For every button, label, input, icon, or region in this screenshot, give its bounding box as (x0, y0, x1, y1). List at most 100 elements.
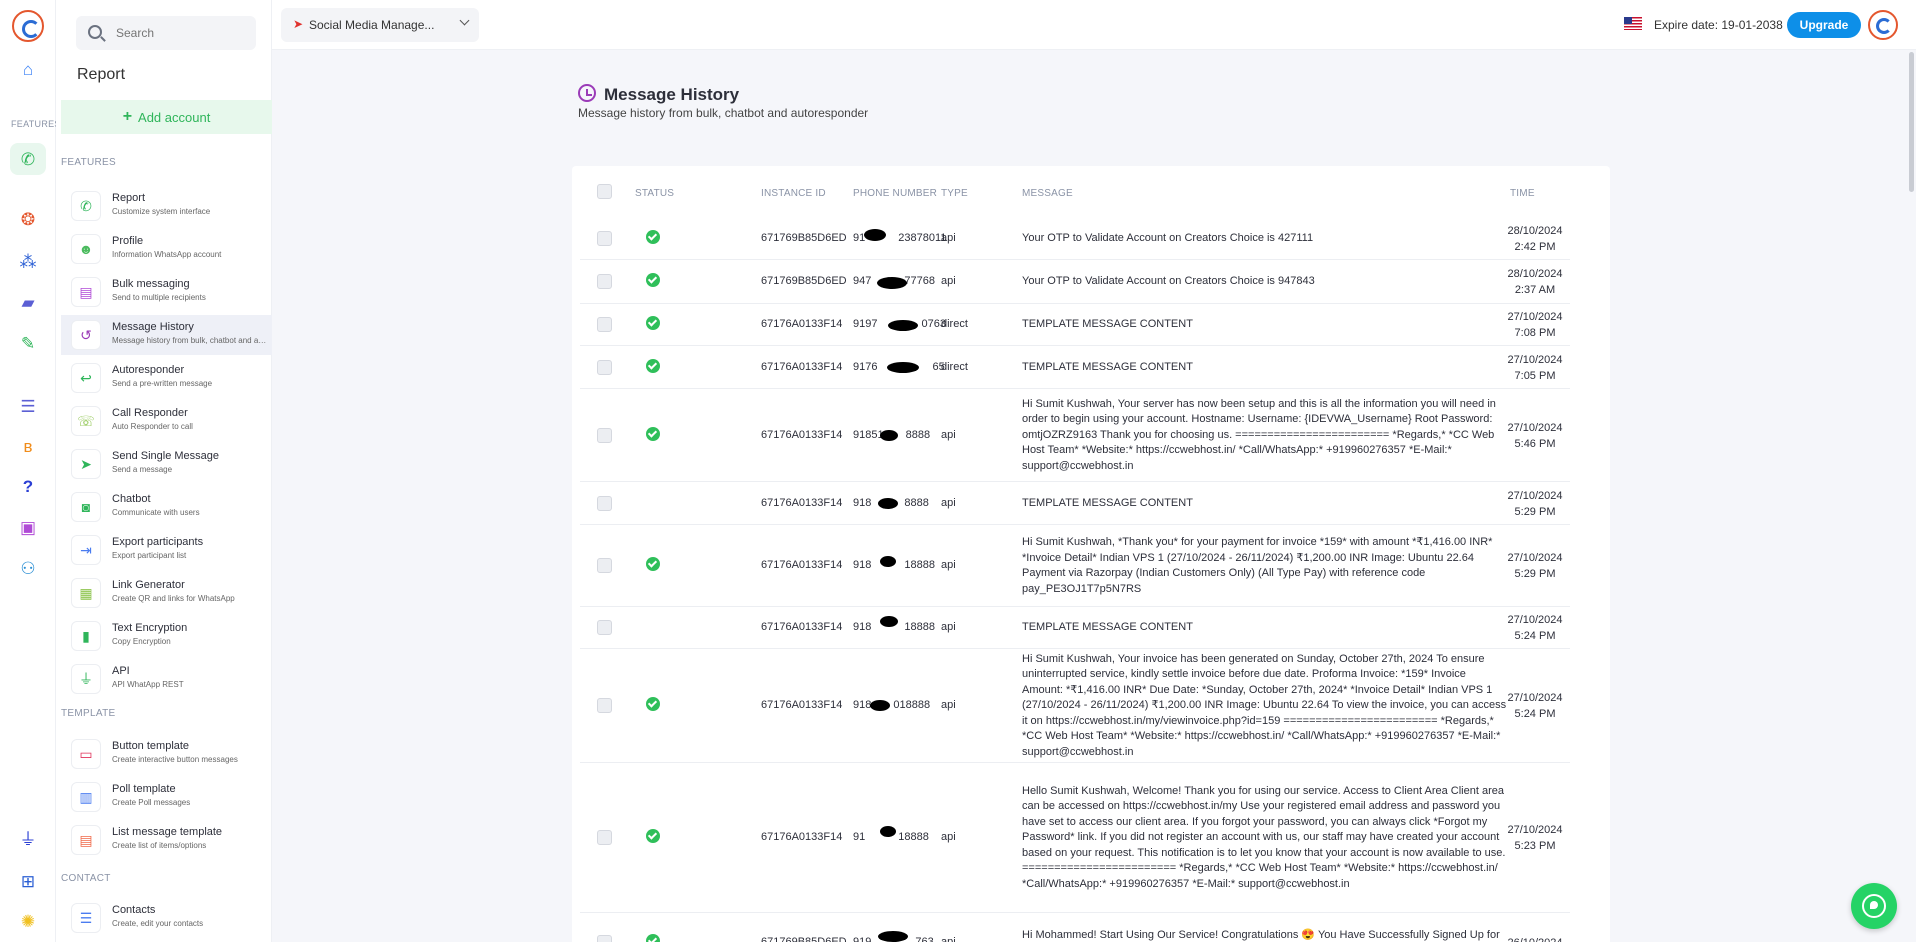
row-checkbox[interactable] (597, 427, 612, 443)
sidebar-item-bulk-messaging[interactable]: ▤ Bulk messaging Send to multiple recipien… (61, 272, 272, 312)
row-checkbox[interactable] (597, 230, 612, 246)
sidebar-item-button-template[interactable]: ▭ Button template Create interactive butto… (61, 734, 272, 774)
folder-icon[interactable]: ▰ (17, 291, 39, 313)
us-flag-icon[interactable] (1624, 17, 1642, 30)
search-box (76, 16, 256, 50)
sidebar-item-text-encryption[interactable]: ▮ Text Encryption Copy Encryption (61, 616, 272, 656)
pen-icon[interactable]: ✎ (17, 332, 39, 354)
sidebar-item-call-responder[interactable]: ☏ Call Responder Auto Responder to call (61, 401, 272, 441)
sidebar-item-subtitle: Message history from bulk, chatbot and a… (112, 336, 267, 345)
sidebar: Report + Add account FEATURES TEMPLATE C… (56, 0, 272, 942)
share-nodes-icon[interactable]: ⁂ (17, 250, 39, 272)
cell-message: TEMPLATE MESSAGE CONTENT (1022, 621, 1193, 633)
lifebuoy-icon[interactable]: ❂ (17, 208, 39, 230)
cell-clock-time: 5:29 PM (1514, 505, 1556, 518)
row-checkbox[interactable] (597, 495, 612, 511)
cell-message: TEMPLATE MESSAGE CONTENT (1022, 496, 1193, 509)
sidebar-item-link-generator[interactable]: ▦ Link Generator Create QR and links for W… (61, 573, 272, 613)
sidebar-item-poll-template[interactable]: ▥ Poll template Create Poll messages (61, 777, 272, 817)
cell-type: api (941, 621, 956, 633)
cell-date: 27/10/2024 (1507, 824, 1563, 836)
plug-icon[interactable]: ⏚ (17, 828, 39, 850)
plus-icon: + (122, 108, 133, 125)
cell-message: Hi Sumit Kushwah, *Thank you* for your p… (1022, 536, 1493, 595)
home-icon[interactable]: ⌂ (17, 58, 39, 80)
cell-message: Hi Sumit Kushwah, Your server has now be… (1022, 397, 1496, 472)
lock-icon: ▮ (71, 621, 101, 651)
page-scrollbar[interactable] (1909, 52, 1914, 192)
row-checkbox[interactable] (597, 620, 612, 635)
status-success-icon (646, 829, 660, 843)
sidebar-item-export-participants[interactable]: ⇥ Export participants Export participant l… (61, 530, 272, 570)
sidebar-item-subtitle: Create, edit your contacts (112, 919, 204, 928)
add-account-button[interactable]: + Add account (61, 100, 272, 134)
phone-redaction (878, 931, 908, 942)
whatsapp-icon: ✆ (71, 191, 101, 221)
page-title: Message History (604, 85, 740, 104)
phone-redaction (880, 556, 896, 567)
sidebar-item-list-message-template[interactable]: ▤ List message template Create list of ite… (61, 820, 272, 860)
app-logo[interactable] (12, 10, 44, 42)
row-checkbox[interactable] (597, 830, 612, 845)
cell-type: api (941, 231, 956, 244)
whatsapp-icon (1862, 894, 1886, 918)
row-checkbox[interactable] (597, 935, 612, 942)
status-success-icon (646, 697, 660, 711)
list-icon[interactable]: ☰ (17, 395, 39, 417)
cell-type: api (941, 936, 956, 942)
expire-date: Expire date: 19-01-2038 (1654, 18, 1783, 32)
cell-instance-id: 67176A0133F14 (761, 621, 843, 633)
select-all-checkbox[interactable] (597, 184, 612, 199)
rocket-icon: ➤ (293, 17, 304, 31)
cell-clock-time: 5:23 PM (1514, 840, 1556, 852)
phone-redaction (880, 430, 898, 441)
users-icon[interactable]: ⚇ (17, 557, 39, 579)
sidebar-item-title: API (112, 665, 130, 677)
phone-redaction (880, 616, 898, 627)
row-checkbox[interactable] (597, 274, 612, 289)
sidebar-item-report[interactable]: ✆ Report Customize system interface (61, 186, 272, 226)
cell-instance-id: 67176A0133F14 (761, 699, 843, 711)
sidebar-item-title: List message template (112, 826, 223, 838)
app-selector[interactable]: ➤ Social Media Manage... (281, 8, 479, 42)
sidebar-item-subtitle: Send a message (112, 465, 173, 474)
whatsapp-icon[interactable]: ✆ (17, 148, 39, 170)
sidebar-item-subtitle: Create interactive button messages (112, 755, 238, 764)
cell-type: direct (941, 318, 968, 330)
whatsapp-chat-button[interactable] (1851, 883, 1897, 929)
sidebar-item-title: Report (112, 192, 146, 204)
help-icon[interactable]: ? (17, 475, 39, 497)
row-checkbox[interactable] (597, 317, 612, 332)
cell-time: 28/10/2024 2:37 AM (1505, 266, 1565, 298)
sitemap-icon[interactable]: ⊞ (17, 870, 39, 892)
blog-icon[interactable]: ʙ (17, 435, 39, 457)
col-status: STATUS (635, 188, 675, 199)
avatar[interactable] (1868, 10, 1898, 40)
id-badge-icon[interactable]: ▣ (17, 516, 39, 538)
sidebar-item-message-history[interactable]: ↺ Message History Message history from bul… (61, 315, 272, 355)
row-checkbox[interactable] (597, 359, 612, 375)
sidebar-item-api[interactable]: ⏚ API API WhatApp REST (61, 659, 272, 699)
upgrade-button[interactable]: Upgrade (1787, 12, 1861, 38)
cell-time: 27/10/2024 5:24 PM (1505, 690, 1565, 722)
col-message: MESSAGE (1022, 188, 1073, 199)
button-template-icon: ▭ (71, 739, 101, 769)
settings-icon[interactable]: ✺ (17, 910, 39, 932)
robot-icon: ◙ (71, 492, 101, 522)
cell-message: TEMPLATE MESSAGE CONTENT (1022, 360, 1193, 373)
sidebar-item-profile[interactable]: ☻ Profile Information WhatsApp account (61, 229, 272, 269)
sidebar-item-contacts[interactable]: ☰ Contacts Create, edit your contacts (61, 898, 272, 938)
cell-phone-number: 918 018888 (853, 699, 931, 711)
row-checkbox[interactable] (597, 558, 612, 573)
phone-redaction (878, 498, 898, 509)
sidebar-item-title: Contacts (112, 904, 156, 916)
cell-time: 27/10/2024 5:24 PM (1505, 612, 1565, 644)
cell-clock-time: 2:37 AM (1514, 284, 1556, 296)
sidebar-item-chatbot[interactable]: ◙ Chatbot Communicate with users (61, 487, 272, 527)
sidebar-item-autoresponder[interactable]: ↩ Autoresponder Send a pre-written message (61, 358, 272, 398)
sidebar-item-send-single-message[interactable]: ➤ Send Single Message Send a message (61, 444, 272, 484)
cell-instance-id: 67176A0133F14 (761, 559, 843, 571)
sidebar-item-subtitle: Copy Encryption (112, 637, 171, 646)
search-input[interactable] (116, 23, 246, 43)
row-checkbox[interactable] (597, 698, 612, 713)
